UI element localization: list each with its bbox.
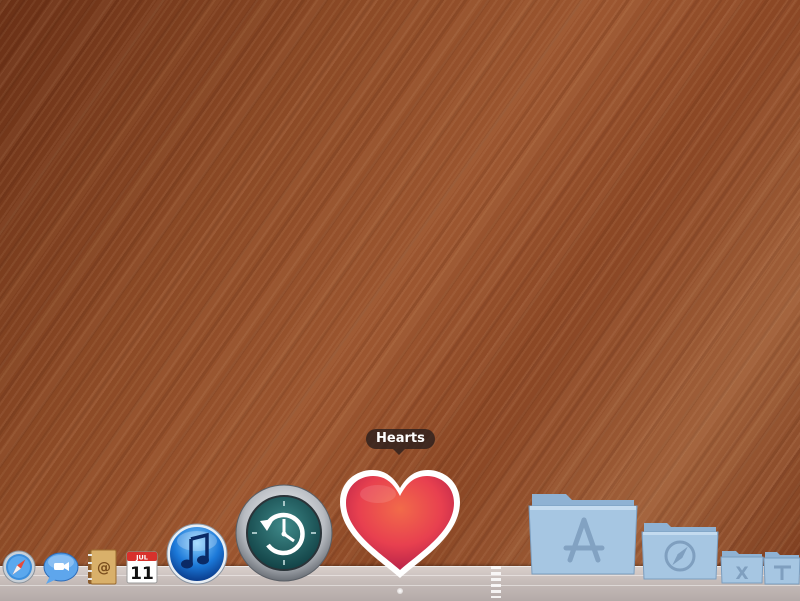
running-indicator [397, 588, 403, 594]
utilities-folder-icon[interactable] [763, 549, 800, 585]
ichat-bubble-icon[interactable] [42, 551, 80, 585]
address-book-icon[interactable]: @ [85, 548, 119, 586]
dock-separator[interactable] [491, 566, 501, 598]
ical-calendar-icon[interactable]: JUL 11 [125, 549, 159, 585]
itunes-note-icon[interactable] [166, 523, 228, 585]
time-machine-icon[interactable] [234, 483, 334, 583]
safari-compass-icon[interactable] [2, 550, 36, 584]
dock-tooltip-arrow [393, 449, 405, 455]
svg-text:@: @ [97, 560, 111, 576]
x-folder-icon[interactable]: X [720, 548, 764, 584]
heart-icon[interactable] [336, 466, 464, 582]
applications-folder-icon[interactable] [526, 486, 640, 576]
svg-text:X: X [735, 564, 748, 584]
safari-folder-icon[interactable] [640, 518, 720, 580]
dock-tooltip: Hearts [366, 429, 435, 449]
ical-day: 11 [130, 564, 154, 584]
ical-month: JUL [135, 554, 148, 562]
